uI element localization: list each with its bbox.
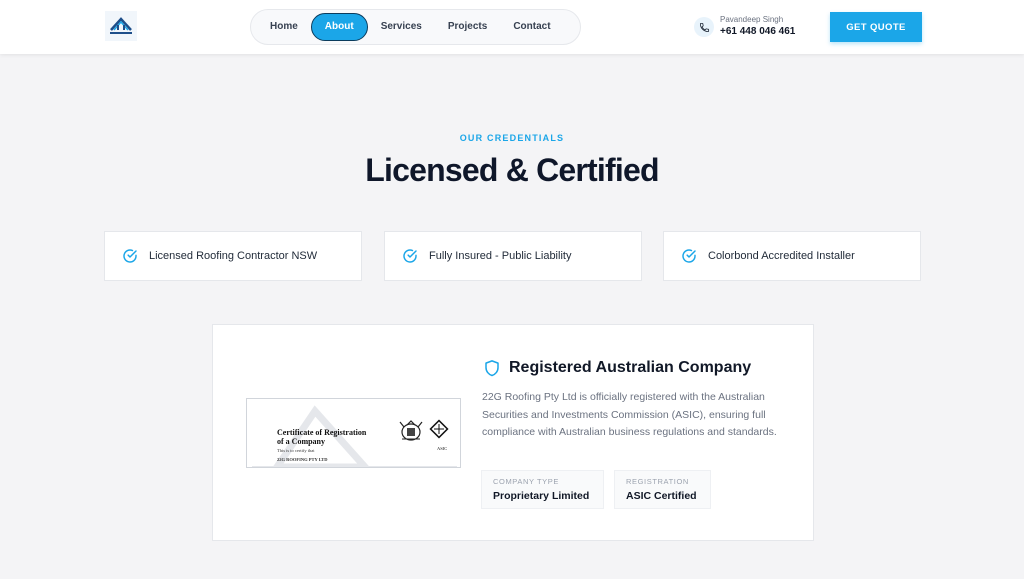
- credential-label: Colorbond Accredited Installer: [708, 250, 855, 262]
- section-title: Licensed & Certified: [365, 152, 659, 188]
- nav-home[interactable]: Home: [257, 13, 311, 41]
- nav-about[interactable]: About: [310, 13, 368, 41]
- company-heading: Registered Australian Company: [483, 358, 751, 378]
- info-value: Proprietary Limited: [493, 490, 590, 502]
- nav-contact[interactable]: Contact: [500, 13, 563, 41]
- company-description: 22G Roofing Pty Ltd is officially regist…: [482, 391, 777, 438]
- contact-phone[interactable]: +61 448 046 461: [720, 25, 795, 39]
- roof-logo-icon[interactable]: [105, 11, 137, 41]
- info-registration: REGISTRATION ASIC Certified: [614, 470, 711, 509]
- company-title: Registered Australian Company: [509, 359, 752, 376]
- section-eyebrow: OUR CREDENTIALS: [459, 133, 565, 143]
- certificate-asic-label: ASIC: [437, 446, 448, 451]
- header-contact[interactable]: Pavandeep Singh +61 448 046 461: [694, 15, 795, 39]
- info-label: COMPANY TYPE: [493, 477, 559, 486]
- nav-services[interactable]: Services: [368, 13, 435, 41]
- get-quote-button[interactable]: GET QUOTE: [830, 12, 922, 42]
- credential-label: Licensed Roofing Contractor NSW: [149, 250, 318, 262]
- certificate-image[interactable]: Certificate of Registration of a Company…: [246, 398, 461, 468]
- check-circle-icon: [123, 249, 137, 263]
- info-value: ASIC Certified: [626, 490, 697, 502]
- company-card: Certificate of Registration of a Company…: [212, 324, 814, 541]
- info-company-type: COMPANY TYPE Proprietary Limited: [481, 470, 604, 509]
- certificate-company: 22G ROOFING PTY LTD: [277, 457, 328, 462]
- credential-card: Colorbond Accredited Installer: [663, 231, 921, 281]
- credential-card: Fully Insured - Public Liability: [384, 231, 642, 281]
- info-label: REGISTRATION: [626, 477, 689, 486]
- phone-icon: [694, 17, 714, 37]
- check-circle-icon: [403, 249, 417, 263]
- shield-icon: [485, 360, 499, 377]
- contact-name: Pavandeep Singh: [720, 15, 784, 24]
- certificate-title: Certificate of Registration of a Company: [277, 428, 367, 446]
- credential-label: Fully Insured - Public Liability: [429, 250, 572, 262]
- nav-projects[interactable]: Projects: [435, 13, 500, 41]
- site-header: Home About Services Projects Contact Pav…: [0, 0, 1024, 54]
- check-circle-icon: [682, 249, 696, 263]
- credential-card: Licensed Roofing Contractor NSW: [104, 231, 362, 281]
- certificate-subtitle: This is to certify that: [277, 448, 315, 453]
- asic-emblem: [399, 419, 449, 441]
- main-nav: Home About Services Projects Contact: [250, 9, 581, 45]
